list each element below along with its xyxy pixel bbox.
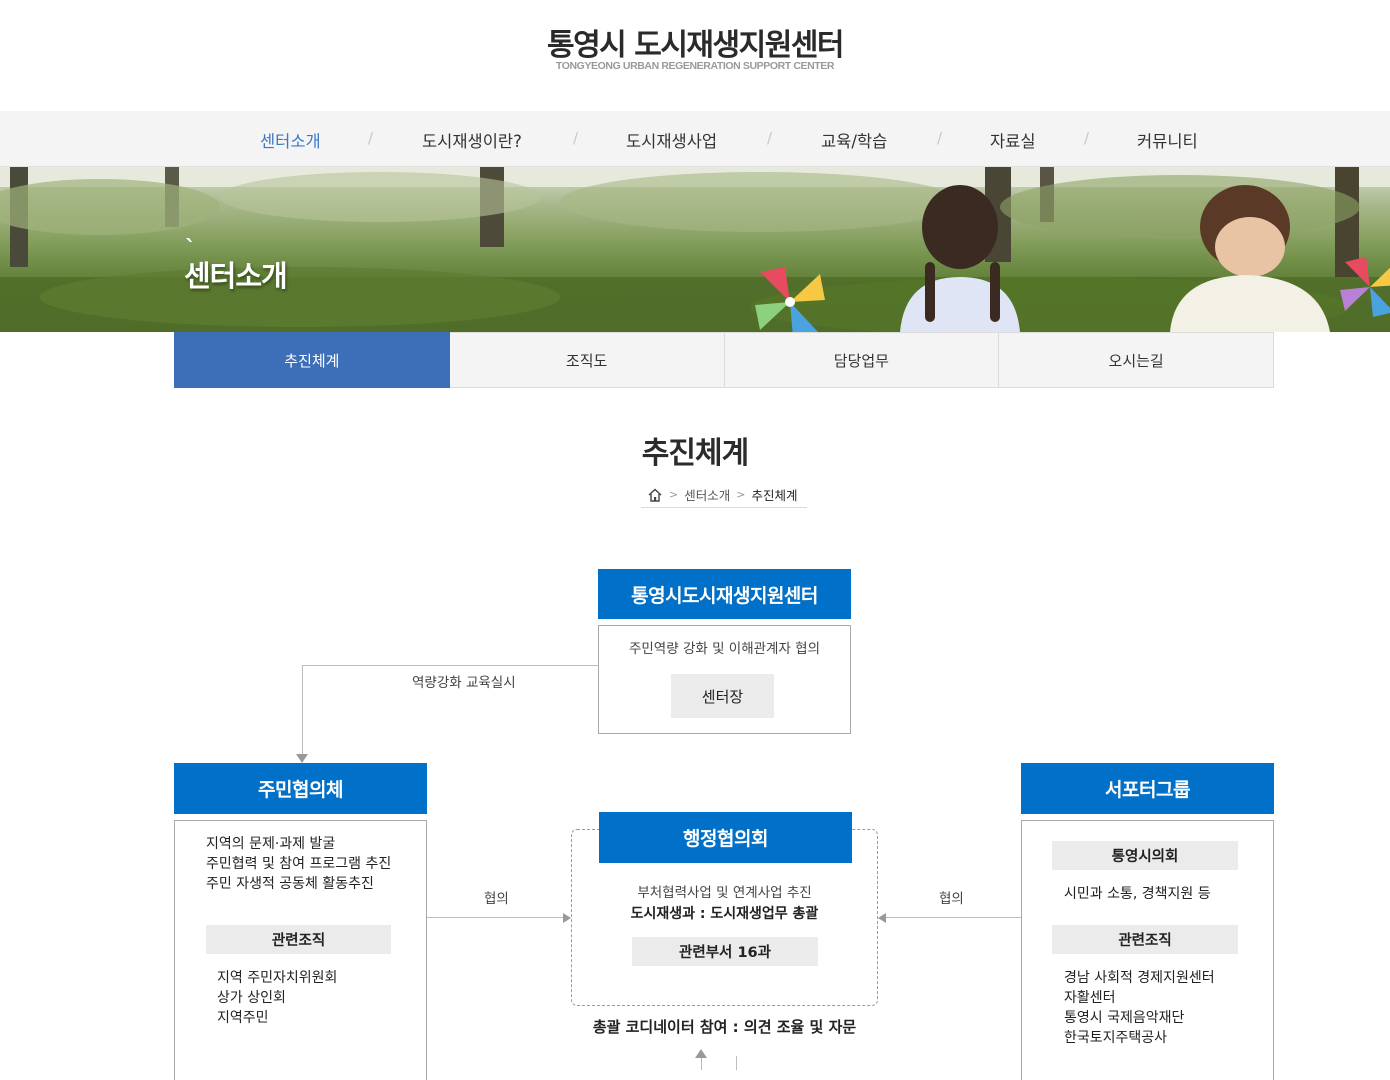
- site-logo-title[interactable]: 통영시 도시재생지원센터: [0, 20, 1390, 64]
- residents-related-label: 관련조직: [206, 925, 391, 954]
- gnb-separator: /: [937, 129, 943, 147]
- breadcrumb-item-current: 추진체계: [751, 488, 798, 503]
- connector-line: [736, 1056, 737, 1070]
- gnb-item-what-is-regeneration[interactable]: 도시재생이란?: [422, 128, 522, 152]
- gnb-item-archive[interactable]: 자료실: [990, 128, 1036, 152]
- global-navigation: 센터소개 / 도시재생이란? / 도시재생사업 / 교육/학습 / 자료실 / …: [0, 111, 1390, 167]
- coordinator-label: 총괄 코디네이터 참여 : 의견 조율 및 자문: [592, 1018, 857, 1036]
- gnb-item-regeneration-projects[interactable]: 도시재생사업: [626, 128, 717, 152]
- connector-line: [701, 1058, 702, 1070]
- supporters-group-title: 서포터그룹: [1021, 763, 1274, 814]
- gnb-separator: /: [767, 129, 773, 147]
- supporters-related-item: 통영시 국제음악재단: [1064, 1010, 1185, 1026]
- residents-line: 주민 자생적 공동체 활동추진: [206, 876, 374, 892]
- site-logo-subtitle: TONGYEONG URBAN REGENERATION SUPPORT CEN…: [555, 60, 835, 72]
- gnb-separator: /: [573, 129, 579, 147]
- site-header: 통영시 도시재생지원센터 TONGYEONG URBAN REGENERATIO…: [0, 0, 1390, 111]
- gnb-item-education[interactable]: 교육/학습: [821, 128, 887, 152]
- gnb-item-center-intro[interactable]: 센터소개: [260, 128, 321, 152]
- residents-council-title: 주민협의체: [174, 763, 427, 814]
- admin-line: 부처협력사업 및 연계사업 추진: [637, 885, 812, 901]
- connector-line: [427, 917, 564, 918]
- residents-related-item: 상가 상인회: [217, 990, 286, 1006]
- center-node-description: 주민역량 강화 및 이해관계자 협의: [628, 641, 821, 657]
- supporters-related-item: 한국토지주택공사: [1064, 1030, 1168, 1046]
- breadcrumb-item-center-intro[interactable]: 센터소개: [684, 485, 730, 504]
- arrow-up-icon: [695, 1049, 707, 1058]
- connector-line: [302, 665, 303, 755]
- banner-photo: [0, 167, 1390, 332]
- sub-tabs: 추진체계 조직도 담당업무 오시는길: [174, 332, 1274, 388]
- consult-right-label: 협의: [939, 891, 964, 907]
- breadcrumb-chevron-icon: >: [669, 488, 679, 501]
- supporters-related-item: 자활센터: [1064, 990, 1116, 1006]
- supporters-related-label: 관련조직: [1052, 925, 1238, 954]
- tab-duties[interactable]: 담당업무: [724, 332, 1000, 388]
- residents-related-item: 지역 주민자치위원회: [217, 970, 338, 986]
- breadcrumb-chevron-icon: >: [736, 488, 746, 501]
- arrow-right-icon: [563, 913, 571, 923]
- admin-dept-label: 관련부서 16과: [632, 937, 818, 966]
- consult-left-label: 협의: [484, 891, 509, 907]
- residents-line: 지역의 문제·과제 발굴: [206, 836, 336, 852]
- arrow-down-icon: [296, 754, 308, 763]
- page-title: 추진체계: [641, 436, 749, 471]
- breadcrumb: > 센터소개 > 추진체계: [641, 482, 807, 508]
- page-banner: ` 센터소개: [0, 167, 1390, 332]
- center-head-label: 센터장: [671, 674, 774, 718]
- admin-council-title: 행정협의회: [599, 812, 852, 863]
- connector-line: [302, 665, 598, 666]
- tab-directions[interactable]: 오시는길: [999, 332, 1274, 388]
- residents-related-item: 지역주민: [217, 1010, 269, 1026]
- edu-connector-label: 역량강화 교육실시: [412, 675, 516, 691]
- admin-line-bold: 도시재생과 : 도시재생업무 총괄: [630, 906, 819, 922]
- connector-line: [886, 917, 1021, 918]
- residents-line: 주민협력 및 참여 프로그램 추진: [206, 856, 392, 872]
- tab-organization-chart[interactable]: 조직도: [449, 332, 725, 388]
- home-icon[interactable]: [647, 488, 663, 502]
- supporters-related-item: 경남 사회적 경제지원센터: [1064, 970, 1215, 986]
- arrow-left-icon: [878, 913, 886, 923]
- tab-promotion-system[interactable]: 추진체계: [174, 332, 450, 388]
- supporters-council-label: 통영시의회: [1052, 841, 1238, 870]
- supporters-council-desc: 시민과 소통, 경책지원 등: [1064, 886, 1211, 902]
- gnb-separator: /: [1084, 129, 1090, 147]
- gnb-separator: /: [368, 129, 374, 147]
- center-node-title: 통영시도시재생지원센터: [598, 569, 851, 619]
- banner-title: 센터소개: [184, 259, 288, 293]
- gnb-item-community[interactable]: 커뮤니티: [1137, 128, 1198, 152]
